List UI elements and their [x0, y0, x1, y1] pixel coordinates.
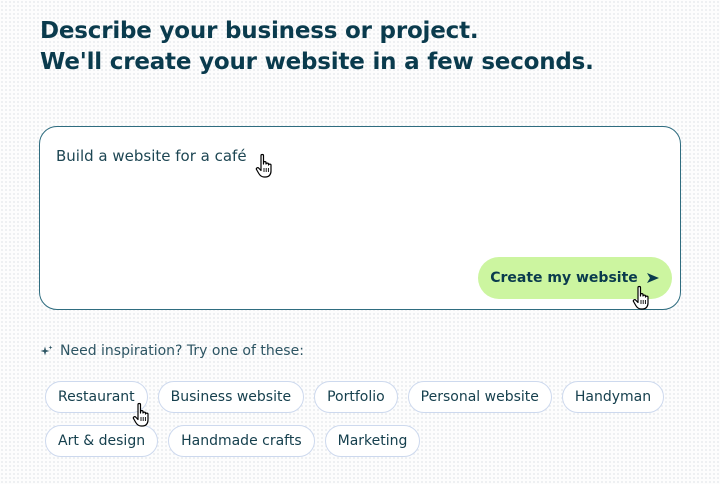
create-website-button[interactable]: Create my website [478, 257, 672, 299]
chip-marketing[interactable]: Marketing [324, 425, 421, 457]
suggestion-chips-row-1: Restaurant Business website Portfolio Pe… [45, 381, 665, 413]
chip-business-website[interactable]: Business website [157, 381, 305, 413]
headline-line-1: Describe your business or project. [40, 18, 479, 44]
sparkle-icon [40, 345, 53, 355]
chip-art-design[interactable]: Art & design [45, 425, 159, 457]
prompt-input-text[interactable]: Build a website for a café [56, 147, 247, 165]
chip-handyman[interactable]: Handyman [561, 381, 665, 413]
chip-portfolio[interactable]: Portfolio [314, 381, 398, 413]
headline-line-2: We'll create your website in a few secon… [40, 49, 594, 75]
chip-restaurant[interactable]: Restaurant [45, 381, 148, 413]
suggestion-chips-row-2: Art & design Handmade crafts Marketing [45, 425, 421, 457]
chip-personal-website[interactable]: Personal website [407, 381, 552, 413]
chip-handmade-crafts[interactable]: Handmade crafts [168, 425, 315, 457]
prompt-input-box[interactable]: Build a website for a café Create my web… [39, 126, 681, 310]
inspiration-prompt: Need inspiration? Try one of these: [40, 343, 304, 359]
inspiration-label: Need inspiration? Try one of these: [60, 343, 304, 359]
page-headline: Describe your business or project. We'll… [40, 16, 594, 78]
send-arrow-icon [646, 273, 659, 283]
create-website-button-label: Create my website [490, 270, 638, 286]
